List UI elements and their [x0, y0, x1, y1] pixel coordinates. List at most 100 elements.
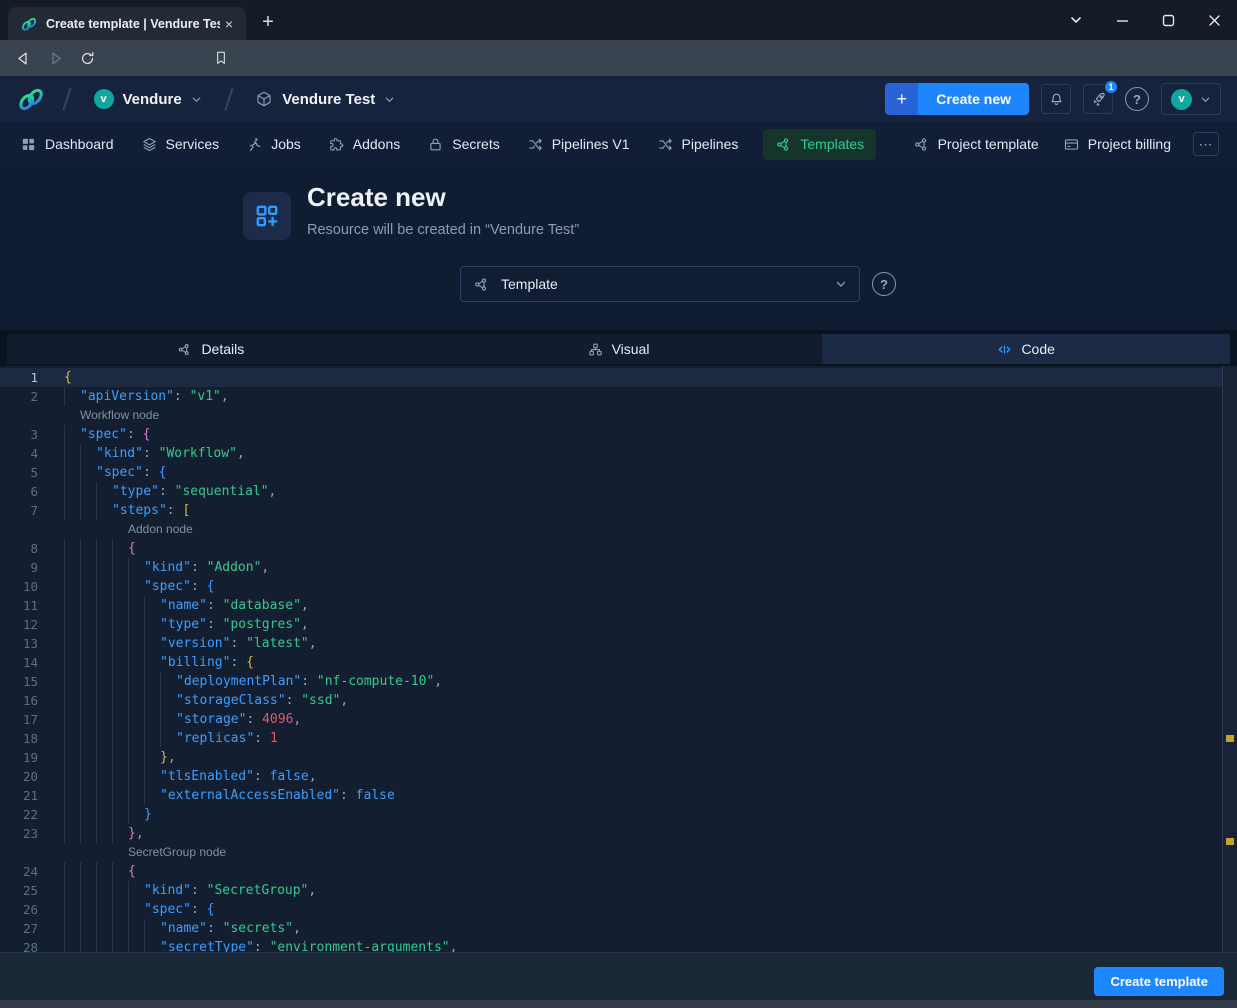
select-value: Template: [501, 276, 824, 292]
editor-line[interactable]: 20"tlsEnabled": false,: [0, 767, 1222, 786]
editor-line[interactable]: 12"type": "postgres",: [0, 615, 1222, 634]
editor-line[interactable]: 17"storage": 4096,: [0, 710, 1222, 729]
warning-marker: [1226, 735, 1234, 742]
tab-label: Code: [1021, 341, 1054, 357]
nav-addons[interactable]: Addons: [326, 129, 402, 160]
nav-services[interactable]: Services: [139, 129, 222, 160]
browser-window: Create template | Vendure Test | × +: [0, 0, 1237, 1008]
pipelines-icon: [657, 136, 674, 153]
window-maximize-button[interactable]: [1145, 0, 1191, 40]
notifications-button[interactable]: [1041, 84, 1071, 114]
user-avatar: v: [1171, 89, 1192, 110]
bookmark-icon[interactable]: [208, 45, 234, 71]
editor-line[interactable]: 5"spec": {: [0, 463, 1222, 482]
editor-line[interactable]: 2"apiVersion": "v1",: [0, 387, 1222, 406]
editor-tabs: Details Visual Code: [0, 330, 1237, 366]
project-name: Vendure Test: [282, 91, 375, 108]
editor-widget-row[interactable]: Addon node: [0, 520, 1222, 539]
editor-line[interactable]: 15"deploymentPlan": "nf-compute-10",: [0, 672, 1222, 691]
code-editor[interactable]: 1{2"apiVersion": "v1",Workflow node3"spe…: [0, 366, 1237, 952]
code-icon: [997, 342, 1012, 357]
editor-line[interactable]: 9"kind": "Addon",: [0, 558, 1222, 577]
nav-dashboard[interactable]: Dashboard: [18, 129, 116, 160]
editor-line[interactable]: 10"spec": {: [0, 577, 1222, 596]
back-button[interactable]: [10, 45, 36, 71]
forward-button[interactable]: [42, 45, 68, 71]
templates-nodes-icon: [775, 136, 792, 153]
editor-line[interactable]: 6"type": "sequential",: [0, 482, 1222, 501]
editor-line[interactable]: 1{: [0, 368, 1222, 387]
nav-project-billing[interactable]: Project billing: [1061, 129, 1173, 160]
editor-line[interactable]: 14"billing": {: [0, 653, 1222, 672]
window-close-button[interactable]: [1191, 0, 1237, 40]
editor-line[interactable]: 3"spec": {: [0, 425, 1222, 444]
browser-tabbar: Create template | Vendure Test | × +: [0, 0, 1237, 40]
page-footer: Create template: [0, 952, 1237, 1000]
editor-line[interactable]: 25"kind": "SecretGroup",: [0, 881, 1222, 900]
editor-line[interactable]: 13"version": "latest",: [0, 634, 1222, 653]
template-icon: [473, 276, 490, 293]
tab-title: Create template | Vendure Test |: [46, 17, 220, 31]
create-template-button[interactable]: Create template: [1094, 967, 1224, 996]
editor-line[interactable]: 21"externalAccessEnabled": false: [0, 786, 1222, 805]
editor-line[interactable]: 26"spec": {: [0, 900, 1222, 919]
editor-line[interactable]: 24{: [0, 862, 1222, 881]
nav-label: Templates: [800, 136, 864, 152]
nav-secrets[interactable]: Secrets: [425, 129, 501, 160]
nav-label: Addons: [353, 136, 400, 152]
northflank-logo[interactable]: [16, 84, 46, 114]
tab-search-icon[interactable]: [1053, 0, 1099, 40]
chevron-down-icon: [1200, 94, 1211, 105]
page-subtitle: Resource will be created in “Vendure Tes…: [307, 222, 579, 238]
releases-button[interactable]: 1: [1083, 84, 1113, 114]
new-tab-button[interactable]: +: [256, 11, 280, 35]
editor-line[interactable]: 28"secretType": "environment-arguments",: [0, 938, 1222, 952]
services-icon: [141, 136, 158, 153]
nav-label: Pipelines V1: [552, 136, 630, 152]
reload-button[interactable]: [74, 45, 100, 71]
plus-icon[interactable]: +: [885, 83, 918, 115]
browser-tab[interactable]: Create template | Vendure Test | ×: [8, 7, 246, 40]
editor-line[interactable]: 4"kind": "Workflow",: [0, 444, 1222, 463]
tab-close-icon[interactable]: ×: [220, 15, 238, 33]
editor-line[interactable]: 19},: [0, 748, 1222, 767]
nav-label: Project billing: [1088, 136, 1171, 152]
editor-line[interactable]: 27"name": "secrets",: [0, 919, 1222, 938]
addons-puzzle-icon: [328, 136, 345, 153]
nav-more-button[interactable]: ⋯: [1193, 132, 1219, 156]
nav-templates[interactable]: Templates: [763, 129, 876, 160]
tab-details[interactable]: Details: [7, 334, 415, 364]
user-menu[interactable]: v: [1161, 83, 1221, 115]
editor-widget-row[interactable]: SecretGroup node: [0, 843, 1222, 862]
overview-ruler[interactable]: [1222, 366, 1237, 952]
selector-help-button[interactable]: ?: [872, 272, 896, 296]
nav-label: Project template: [938, 136, 1039, 152]
nav-pipelines-v1[interactable]: Pipelines V1: [525, 129, 632, 160]
editor-line[interactable]: 8{: [0, 539, 1222, 558]
pipelines-icon: [527, 136, 544, 153]
window-minimize-button[interactable]: [1099, 0, 1145, 40]
editor-line[interactable]: 16"storageClass": "ssd",: [0, 691, 1222, 710]
breadcrumb-project[interactable]: Vendure Test: [249, 86, 401, 112]
editor-line[interactable]: 23},: [0, 824, 1222, 843]
lock-icon: [427, 136, 444, 153]
editor-line[interactable]: 22}: [0, 805, 1222, 824]
nav-pipelines[interactable]: Pipelines: [655, 129, 741, 160]
breadcrumb-team[interactable]: v Vendure: [88, 85, 208, 113]
browser-toolbar: app.northflank.com/u/vendure/project/dep…: [0, 40, 1237, 76]
tab-code[interactable]: Code: [822, 334, 1230, 364]
editor-line[interactable]: 11"name": "database",: [0, 596, 1222, 615]
bell-icon: [1048, 91, 1065, 108]
nav-project-template[interactable]: Project template: [911, 129, 1041, 160]
tab-visual[interactable]: Visual: [415, 334, 823, 364]
nav-jobs[interactable]: Jobs: [244, 129, 303, 160]
resource-type-select[interactable]: Template: [460, 266, 860, 302]
editor-widget-row[interactable]: Workflow node: [0, 406, 1222, 425]
create-new-button[interactable]: + Create new: [885, 83, 1029, 115]
jobs-runner-icon: [246, 136, 263, 153]
help-button[interactable]: ?: [1125, 87, 1149, 111]
create-new-label[interactable]: Create new: [918, 83, 1029, 115]
editor-line[interactable]: 7"steps": [: [0, 501, 1222, 520]
editor-line[interactable]: 18"replicas": 1: [0, 729, 1222, 748]
hero-section: Create new Resource will be created in “…: [0, 166, 1237, 330]
